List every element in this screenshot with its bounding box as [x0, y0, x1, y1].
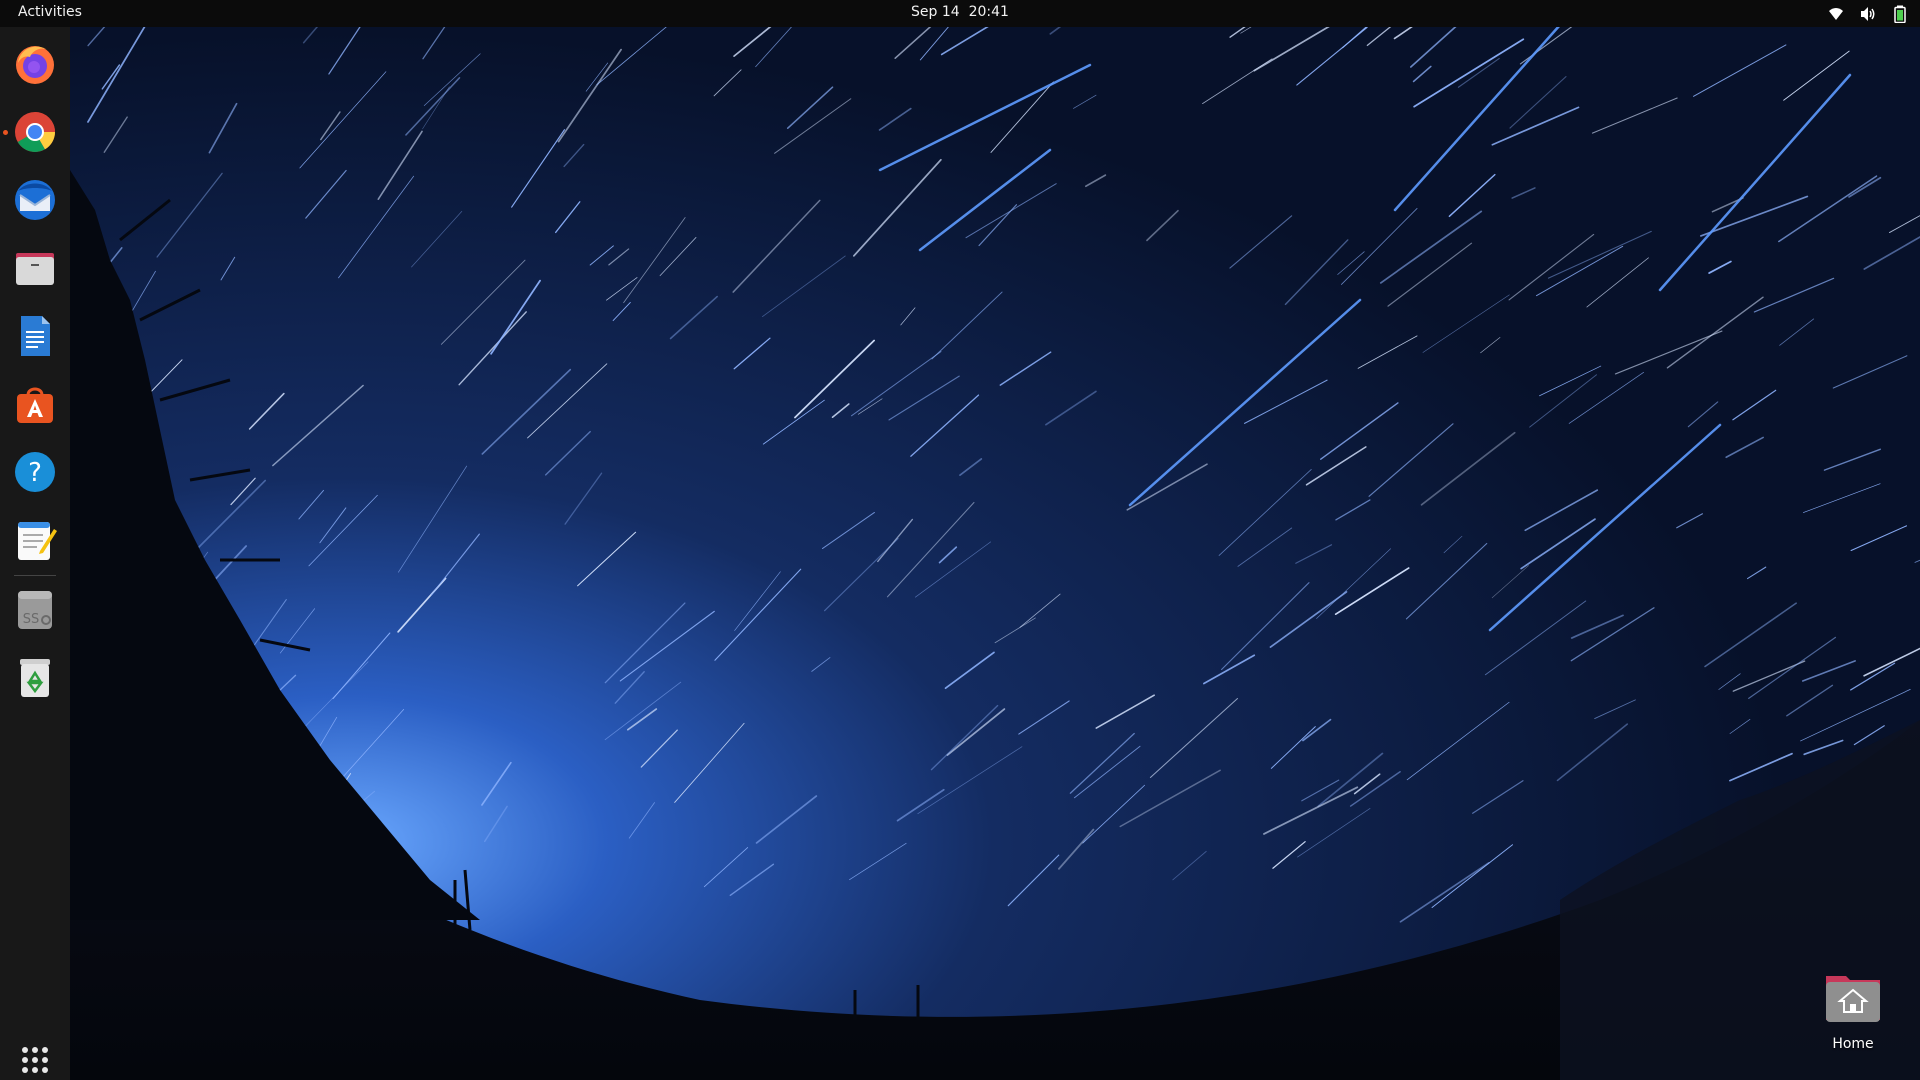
volume-icon[interactable]	[1858, 4, 1878, 24]
dock-item-libreoffice-writer[interactable]	[8, 309, 62, 363]
desktop-home-label: Home	[1832, 1036, 1874, 1052]
dock-item-files[interactable]	[8, 241, 62, 295]
home-folder-icon	[1826, 976, 1880, 1022]
dock-item-text-editor[interactable]	[8, 513, 62, 567]
help-icon: ?	[15, 452, 55, 492]
desktop-wallpaper	[0, 0, 1920, 1080]
wifi-icon[interactable]	[1826, 4, 1846, 24]
clock: Sep 14 20:41	[0, 4, 1920, 20]
desktop-home-folder[interactable]: Home	[1810, 970, 1896, 1060]
battery-icon[interactable]	[1890, 4, 1910, 24]
show-apps-button[interactable]	[8, 1033, 62, 1080]
app-grid-icon	[22, 1047, 48, 1073]
text-editor-icon	[18, 522, 57, 560]
dock-item-firefox[interactable]	[8, 37, 62, 91]
dock-item-help[interactable]: ?	[8, 445, 62, 499]
firefox-icon	[16, 46, 54, 84]
dock-item-thunderbird[interactable]	[8, 173, 62, 227]
clock-button[interactable]: Sep 14 20:41	[911, 4, 1009, 20]
dock-item-trash[interactable]	[8, 651, 62, 705]
thunderbird-icon	[15, 180, 55, 220]
svg-text:?: ?	[28, 458, 42, 488]
app-center-icon	[17, 387, 53, 423]
chrome-icon	[15, 112, 55, 152]
system-tray[interactable]	[1826, 3, 1910, 24]
svg-text:SS: SS	[23, 612, 40, 627]
dock-item-app-center[interactable]	[8, 377, 62, 431]
top-bar: Activities Sep 14 20:41	[0, 0, 1920, 27]
activities-button[interactable]: Activities	[18, 4, 82, 20]
ssd-icon: SS	[18, 591, 52, 629]
date-label: Sep 14	[911, 4, 960, 20]
writer-icon	[21, 316, 50, 356]
time-label: 20:41	[968, 4, 1009, 20]
trash-icon	[20, 659, 50, 697]
dock-item-ssd[interactable]: SS	[8, 583, 62, 637]
dock-item-chrome[interactable]	[8, 105, 62, 159]
dock: ? SS	[0, 27, 70, 1080]
dock-separator	[14, 575, 56, 576]
files-icon	[16, 253, 54, 285]
